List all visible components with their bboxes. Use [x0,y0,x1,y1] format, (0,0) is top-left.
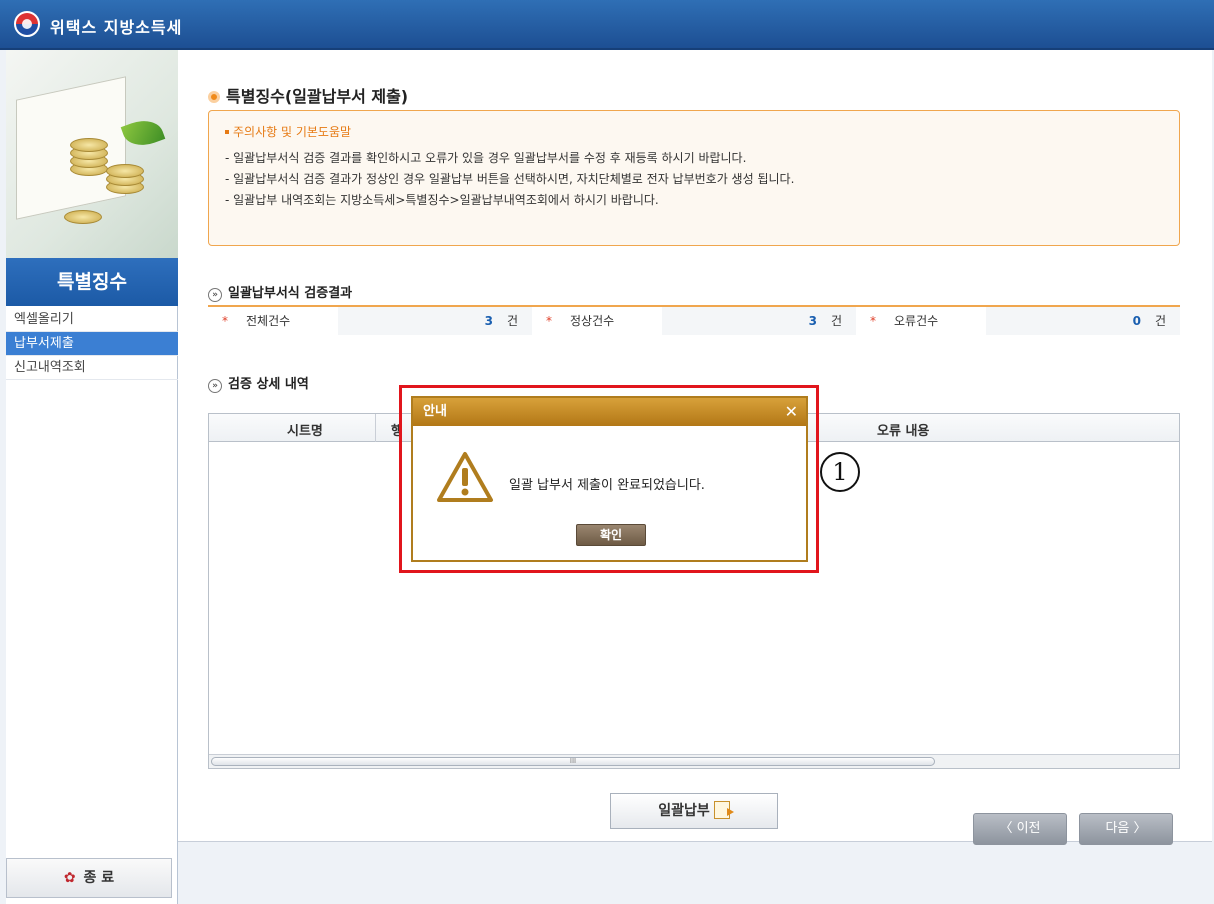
sidebar-item-excel-upload[interactable]: 엑셀올리기 [6,308,178,332]
summary-total-label: * 전체건수 [208,307,338,335]
scrollbar-thumb[interactable]: III [211,757,935,766]
dialog-title: 안내 [423,404,447,419]
grid-header-error[interactable]: 오류 내용 [877,420,929,439]
summary-normal-value: 3건 [662,307,856,335]
sidebar-item-history[interactable]: 신고내역조회 [6,356,178,380]
summary-table: * 전체건수 3건 * 정상건수 3건 * 오류건수 0건 [208,305,1180,335]
notice-line: - 일괄납부서식 검증 결과를 확인하시고 오류가 있을 경우 일괄납부서를 수… [225,151,747,165]
grid-header-sheet[interactable]: 시트명 [287,420,323,439]
government-logo-icon [14,11,40,37]
warning-icon [437,452,493,502]
dialog-message: 일괄 납부서 제출이 완료되었습니다. [509,478,705,493]
notice-line: - 일괄납부 내역조회는 지방소득세>특별징수>일괄납부내역조회에서 하시기 바… [225,193,659,207]
title-bullet-icon [208,91,220,103]
info-dialog: 안내 ✕ 일괄 납부서 제출이 완료되었습니다. 확인 [411,396,808,562]
notice-box: 주의사항 및 기본도움말 - 일괄납부서식 검증 결과를 확인하시고 오류가 있… [208,110,1180,246]
page-title: 특별징수(일괄납부서 제출) [208,83,408,107]
title-bar: 위택스 지방소득세 [0,0,1214,50]
section-arrow-icon: » [208,379,222,393]
exit-icon: ✿ [63,870,76,886]
summary-error-label: * 오류건수 [856,307,986,335]
section-arrow-icon: » [208,288,222,302]
app-title: 위택스 지방소득세 [50,18,183,37]
summary-error-value: 0건 [986,307,1180,335]
sidebar-menu: 엑셀올리기 납부서제출 신고내역조회 [6,308,178,380]
sidebar-section-title: 특별징수 [6,258,178,306]
document-arrow-icon [713,801,734,819]
coins-illustration [6,50,178,258]
dialog-title-bar: 안내 ✕ [413,398,806,426]
horizontal-scrollbar[interactable]: III [209,754,1179,768]
notice-line: - 일괄납부서식 검증 결과가 정상인 경우 일괄납부 버튼을 선택하시면, 자… [225,172,795,186]
sidebar: 특별징수 엑셀올리기 납부서제출 신고내역조회 [6,50,178,904]
summary-section-title: » 일괄납부서식 검증결과 [208,282,352,302]
confirm-button[interactable]: 확인 [576,524,646,546]
summary-total-value: 3건 [338,307,532,335]
notice-title: 주의사항 및 기본도움말 [225,123,1163,140]
exit-button[interactable]: ✿ 종 료 [6,858,172,898]
bulk-payment-button[interactable]: 일괄납부 [610,793,778,829]
detail-section-title: » 검증 상세 내역 [208,373,309,393]
sidebar-item-submit-payment[interactable]: 납부서제출 [6,332,178,356]
prev-button[interactable]: 〈 이전 [973,813,1067,845]
close-icon[interactable]: ✕ [785,398,798,426]
summary-normal-label: * 정상건수 [532,307,662,335]
next-button[interactable]: 다음 〉 [1079,813,1173,845]
step-marker: 1 [820,452,860,492]
